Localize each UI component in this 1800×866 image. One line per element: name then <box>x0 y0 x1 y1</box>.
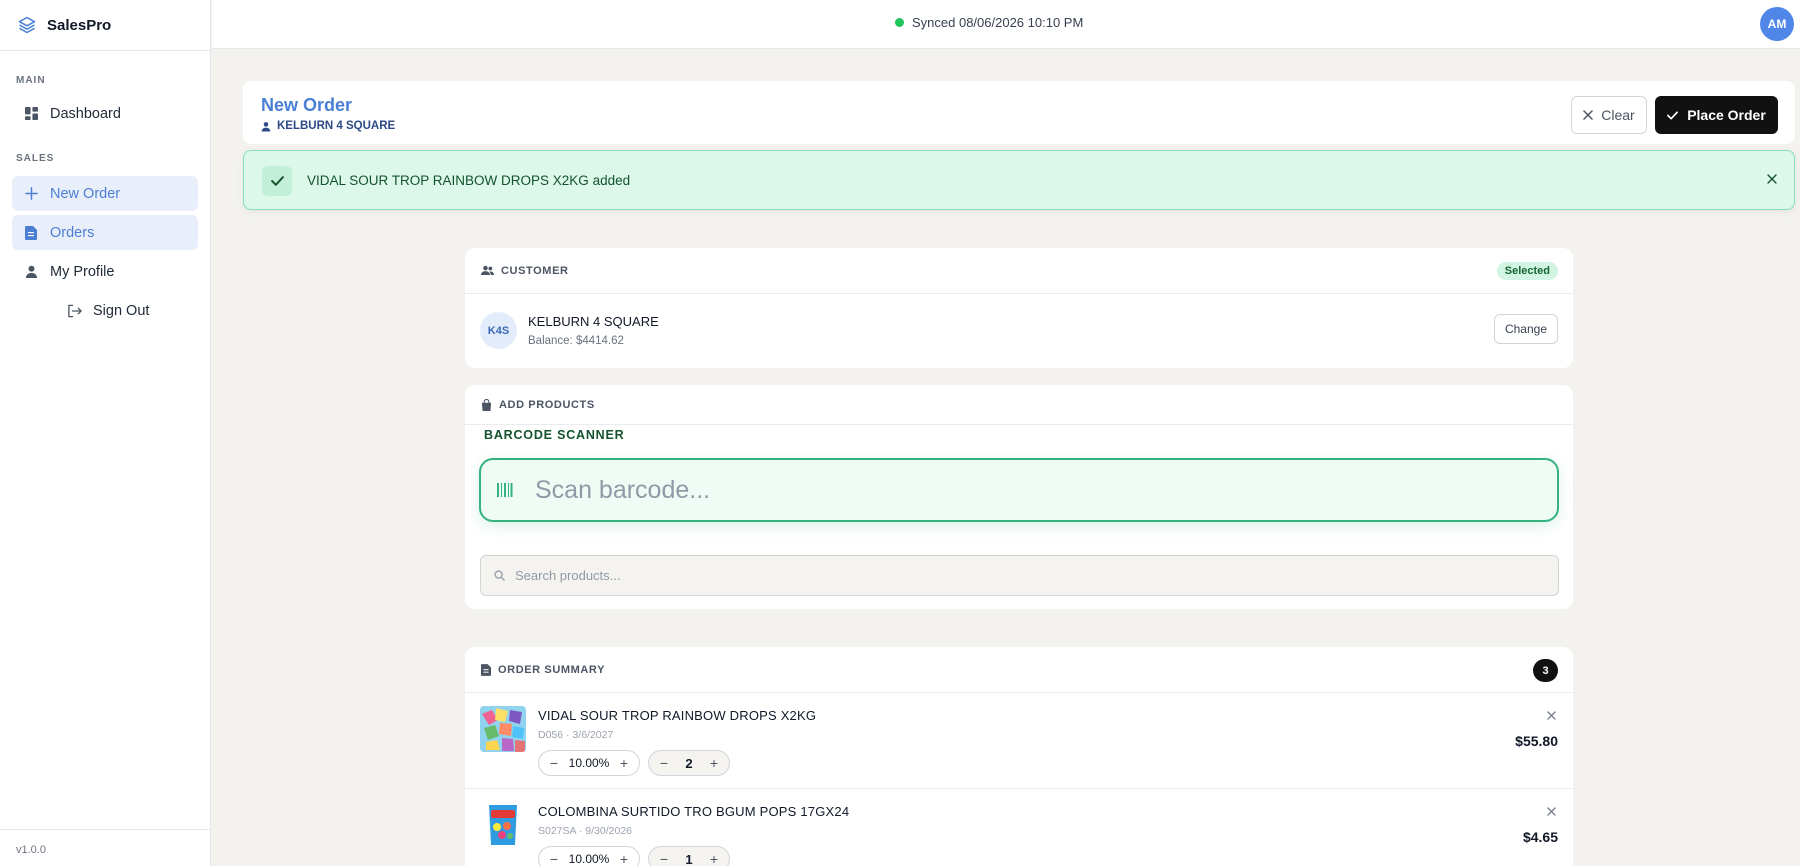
shopping-bag-icon <box>481 398 492 411</box>
item-count-badge: 3 <box>1533 659 1558 682</box>
add-products-card: ADD PRODUCTS BARCODE SCANNER Scan barcod… <box>465 385 1573 609</box>
app-name: SalesPro <box>47 16 112 34</box>
product-meta: S027SA · 9/30/2026 <box>538 825 632 837</box>
discount-stepper: − 10.00% + <box>538 846 640 866</box>
product-name: VIDAL SOUR TROP RAINBOW DROPS X2KG <box>538 708 817 723</box>
customer-row: K4S KELBURN 4 SQUARE Balance: $4414.62 C… <box>465 294 1573 367</box>
remove-item-icon[interactable] <box>1544 708 1558 722</box>
order-summary-header: ORDER SUMMARY 3 <box>465 647 1573 693</box>
barcode-icon <box>497 482 513 498</box>
customer-card-title: CUSTOMER <box>501 264 569 277</box>
remove-item-icon[interactable] <box>1544 804 1558 818</box>
sidebar: SalesPro MAIN Dashboard SALES New Order … <box>0 0 211 866</box>
increase-discount-button[interactable]: + <box>617 755 631 771</box>
customer-card: CUSTOMER Selected K4S KELBURN 4 SQUARE B… <box>465 248 1573 368</box>
product-search-placeholder: Search products... <box>515 568 621 583</box>
toast-message: VIDAL SOUR TROP RAINBOW DROPS X2KG added <box>307 173 631 188</box>
increase-discount-button[interactable]: + <box>617 851 631 866</box>
line-total: $55.80 <box>1515 733 1558 749</box>
sync-status-dot <box>895 18 904 27</box>
decrease-discount-button[interactable]: − <box>547 851 561 866</box>
sidebar-item-label: My Profile <box>50 263 115 280</box>
close-icon <box>1583 110 1594 120</box>
decrease-discount-button[interactable]: − <box>547 755 561 771</box>
increase-quantity-button[interactable]: + <box>707 851 721 866</box>
clear-button[interactable]: Clear <box>1571 96 1647 134</box>
section-label-sales: SALES <box>16 153 55 164</box>
version-label: v1.0.0 <box>0 829 210 866</box>
brand[interactable]: SalesPro <box>0 0 210 51</box>
quantity-stepper: − 2 + <box>648 750 730 776</box>
sidebar-item-orders[interactable]: Orders <box>12 215 198 250</box>
customer-avatar: K4S <box>480 312 517 349</box>
barcode-scan-input[interactable]: Scan barcode... <box>479 458 1559 522</box>
sidebar-item-label: New Order <box>50 185 121 202</box>
product-name: COLOMBINA SURTIDO TRO BGUM POPS 17GX24 <box>538 804 850 819</box>
sync-status-text: Synced 08/06/2026 10:10 PM <box>912 15 1084 30</box>
plus-icon <box>23 186 39 202</box>
sync-status: Synced 08/06/2026 10:10 PM <box>895 15 1083 30</box>
sidebar-item-sign-out[interactable]: Sign Out <box>12 293 198 328</box>
check-icon <box>262 166 292 196</box>
users-icon <box>481 265 494 276</box>
place-order-button-label: Place Order <box>1687 107 1766 123</box>
section-label-main: MAIN <box>16 75 46 86</box>
clear-button-label: Clear <box>1601 107 1635 123</box>
success-toast: VIDAL SOUR TROP RAINBOW DROPS X2KG added <box>243 150 1795 210</box>
decrease-quantity-button[interactable]: − <box>657 851 671 866</box>
status-badge: Selected <box>1496 262 1558 280</box>
add-products-title: ADD PRODUCTS <box>499 398 595 411</box>
quantity-value[interactable]: 1 <box>685 852 692 866</box>
discount-value[interactable]: 10.00% <box>569 756 610 770</box>
order-line-item: VIDAL SOUR TROP RAINBOW DROPS X2KG D056 … <box>465 693 1573 789</box>
discount-stepper: − 10.00% + <box>538 750 640 776</box>
toast-close-icon[interactable] <box>1764 171 1780 187</box>
product-search-input[interactable]: Search products... <box>480 555 1559 596</box>
customer-name: KELBURN 4 SQUARE <box>528 314 659 329</box>
selected-customer-label: KELBURN 4 SQUARE <box>261 120 395 132</box>
barcode-scan-placeholder: Scan barcode... <box>535 475 711 504</box>
search-icon <box>494 570 505 581</box>
top-bar: Synced 08/06/2026 10:10 PM AM <box>212 0 1800 49</box>
page-title: New Order <box>261 95 353 115</box>
sign-out-icon <box>66 303 82 319</box>
increase-quantity-button[interactable]: + <box>707 755 721 771</box>
discount-value[interactable]: 10.00% <box>569 852 610 866</box>
place-order-button[interactable]: Place Order <box>1655 96 1778 134</box>
change-customer-button[interactable]: Change <box>1494 314 1558 344</box>
sidebar-item-label: Dashboard <box>50 105 121 122</box>
user-icon <box>261 121 271 132</box>
sidebar-item-dashboard[interactable]: Dashboard <box>12 96 198 131</box>
customer-card-header: CUSTOMER Selected <box>465 248 1573 294</box>
dashboard-icon <box>23 106 39 122</box>
selected-customer-name: KELBURN 4 SQUARE <box>277 120 396 132</box>
product-meta: D056 · 3/6/2027 <box>538 729 614 741</box>
sidebar-item-new-order[interactable]: New Order <box>12 176 198 211</box>
line-total: $4.65 <box>1522 829 1558 845</box>
user-icon <box>23 264 39 280</box>
sidebar-item-label: Sign Out <box>93 302 150 319</box>
order-summary-title: ORDER SUMMARY <box>498 663 606 676</box>
barcode-scanner-label: BARCODE SCANNER <box>484 428 625 442</box>
decrease-quantity-button[interactable]: − <box>657 755 671 771</box>
sidebar-item-my-profile[interactable]: My Profile <box>12 254 198 289</box>
order-line-item: COLOMBINA SURTIDO TRO BGUM POPS 17GX24 S… <box>465 789 1573 866</box>
document-icon <box>23 225 39 241</box>
layers-icon <box>17 15 37 35</box>
customer-balance: Balance: $4414.62 <box>528 335 624 347</box>
quantity-stepper: − 1 + <box>648 846 730 866</box>
quantity-value[interactable]: 2 <box>685 756 692 771</box>
add-products-header: ADD PRODUCTS <box>465 385 1573 425</box>
product-thumbnail <box>480 802 526 848</box>
user-avatar[interactable]: AM <box>1760 7 1794 41</box>
check-icon <box>1667 110 1679 120</box>
order-header: New Order KELBURN 4 SQUARE Clear Place O… <box>243 81 1795 144</box>
product-thumbnail <box>480 706 526 752</box>
order-summary-card: ORDER SUMMARY 3 VIDAL SOUR TROP RAINBOW … <box>465 647 1573 866</box>
sidebar-item-label: Orders <box>50 224 95 241</box>
document-icon <box>481 663 491 676</box>
